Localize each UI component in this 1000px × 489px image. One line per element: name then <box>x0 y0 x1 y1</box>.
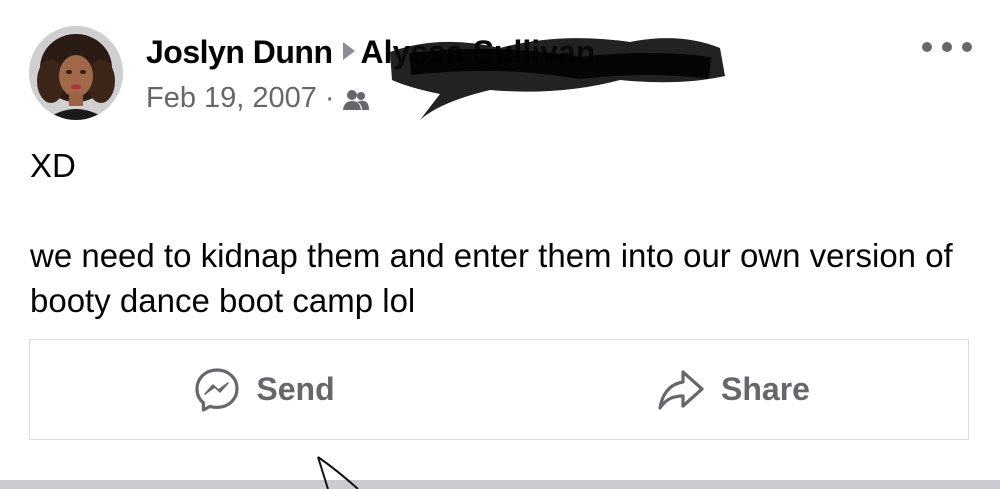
more-dot-icon <box>962 42 972 52</box>
post-body-line: XD <box>30 147 76 184</box>
meta-separator: · <box>324 82 335 114</box>
share-label: Share <box>721 371 810 407</box>
card-separator-bar <box>0 480 1000 489</box>
author-avatar[interactable] <box>29 26 123 120</box>
post-actions-bar: Send Share <box>29 339 969 440</box>
post-body-line: we need to kidnap them and enter them in… <box>30 237 953 319</box>
redaction-scribble <box>390 38 725 120</box>
more-dot-icon <box>922 42 932 52</box>
post-meta: Feb 19, 2007 · <box>146 82 369 116</box>
share-arrow-icon <box>658 369 704 410</box>
messenger-icon <box>195 367 239 412</box>
post-card: Joslyn DunnAlyssa Sullivan Feb 19, 2007·… <box>0 0 1000 480</box>
author-name[interactable]: Joslyn Dunn <box>146 34 333 70</box>
send-label: Send <box>256 371 335 407</box>
friends-icon <box>342 90 369 110</box>
cursor-arrow-icon <box>317 456 359 489</box>
arrow-right-icon <box>342 42 355 60</box>
post-body: XD we need to kidnap them and enter them… <box>30 143 960 323</box>
send-button[interactable]: Send <box>30 340 499 439</box>
share-button[interactable]: Share <box>499 340 968 439</box>
avatar-photo <box>29 26 123 120</box>
more-options-button[interactable] <box>922 32 972 62</box>
more-dot-icon <box>942 42 952 52</box>
post-date[interactable]: Feb 19, 2007 <box>146 82 317 114</box>
